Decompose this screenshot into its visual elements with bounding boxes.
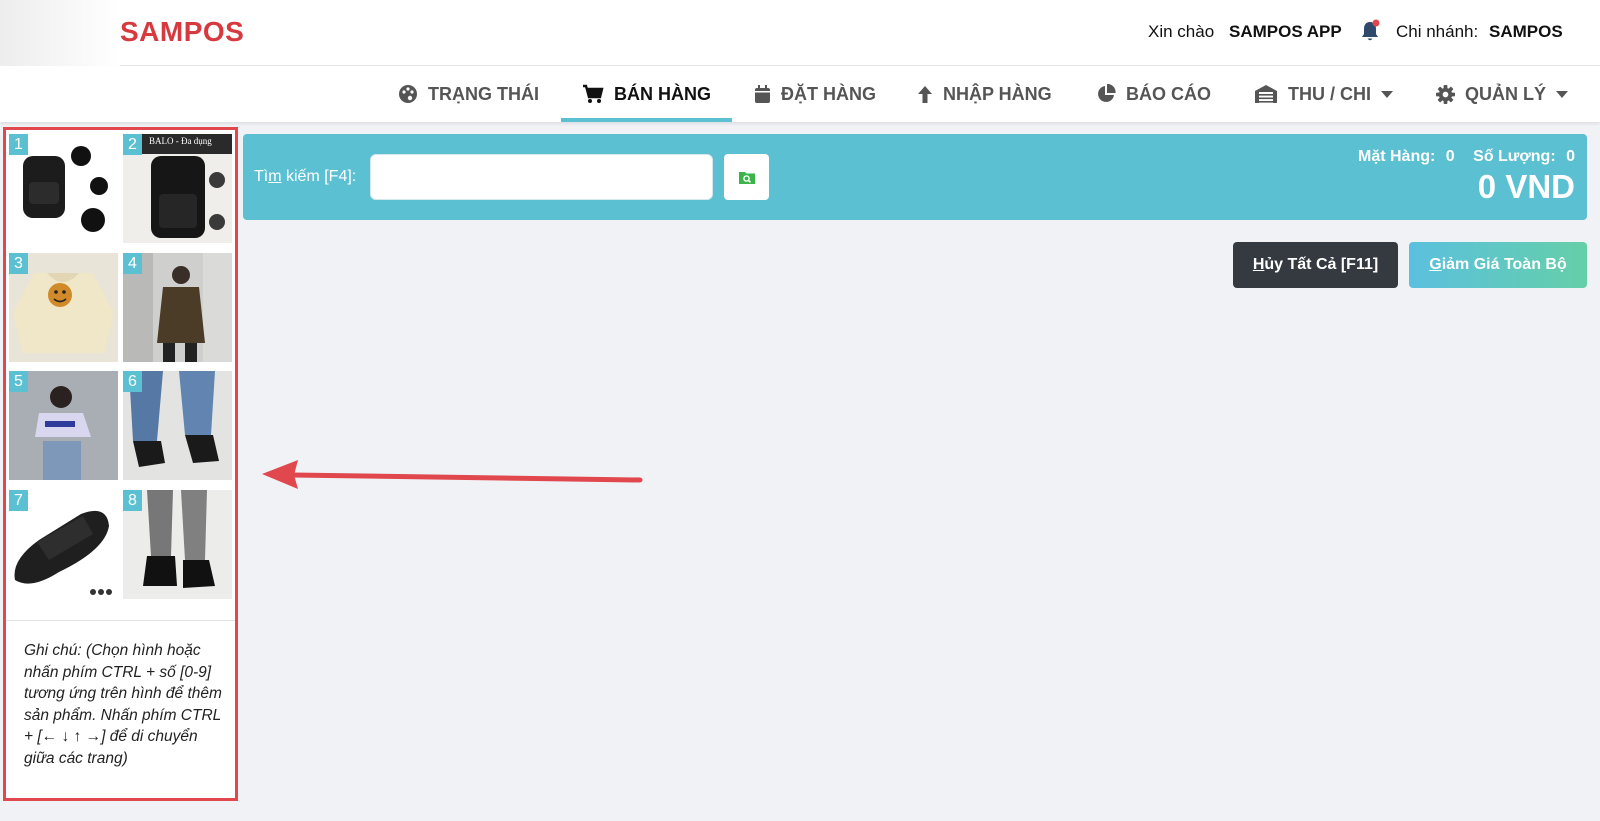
chevron-down-icon (1381, 90, 1393, 98)
nav-item-bao-cao[interactable]: BÁO CÁO (1096, 66, 1211, 122)
search-label: Tìm kiếm [F4]: (254, 168, 357, 185)
nav-item-quan-ly[interactable]: QUẢN LÝ (1436, 66, 1568, 122)
quick-product-panel: 1 BALO - Đa dụng 2 3 4 5 6 7 8 Ghi chú: … (3, 127, 238, 801)
qty-label: Số Lượng: (1473, 148, 1556, 165)
thumb-number: 3 (9, 253, 28, 274)
user-name[interactable]: SAMPOS APP (1229, 22, 1342, 42)
thumb-number: 4 (123, 253, 142, 274)
nav-label: THU / CHI (1288, 83, 1371, 104)
qty-value: 0 (1566, 148, 1575, 165)
product-thumb-4[interactable]: 4 (123, 253, 232, 362)
nav-label: BÁO CÁO (1126, 83, 1211, 104)
cart-icon (583, 84, 604, 103)
search-bar: Tìm kiếm [F4]: Mặt Hàng: 0 Số Lượng: 0 0… (243, 134, 1587, 220)
product-caption: BALO - Đa dụng (149, 136, 212, 146)
thumb-number: 8 (123, 490, 142, 511)
gear-icon (1436, 84, 1455, 104)
nav-label: NHẬP HÀNG (943, 83, 1052, 104)
bell-icon[interactable] (1359, 19, 1381, 43)
product-thumb-7[interactable]: 7 (9, 490, 118, 599)
search-input[interactable] (370, 154, 713, 200)
nav-item-nhap-hang[interactable]: NHẬP HÀNG (917, 66, 1052, 122)
logo[interactable]: SAMPOS (120, 16, 244, 48)
thumb-number: 7 (9, 490, 28, 511)
calendar-icon (755, 84, 770, 103)
nav-item-trang-thai[interactable]: TRẠNG THÁI (398, 66, 539, 122)
nav-item-thu-chi[interactable]: THU / CHI (1254, 66, 1393, 122)
active-tab-indicator (561, 118, 732, 122)
total-amount: 0 VND (1477, 168, 1575, 205)
discount-all-button[interactable]: Giảm Giá Toàn Bộ (1409, 242, 1587, 288)
thumb-number: 2 (123, 134, 142, 155)
annotation-arrow (262, 460, 643, 489)
nav-label: TRẠNG THÁI (428, 83, 539, 104)
product-thumb-3[interactable]: 3 (9, 253, 118, 362)
branch-label: Chi nhánh: (1396, 22, 1479, 41)
thumb-number: 5 (9, 371, 28, 392)
main-nav: TRẠNG THÁI BÁN HÀNG ĐẶT HÀNG NHẬP HÀNG B… (0, 66, 1600, 122)
chevron-down-icon (1556, 90, 1568, 98)
product-thumb-6[interactable]: 6 (123, 371, 232, 480)
palette-icon (399, 85, 417, 103)
pie-chart-icon (1098, 84, 1116, 102)
product-thumb-1[interactable]: 1 (9, 134, 118, 243)
totals-summary: Mặt Hàng: 0 Số Lượng: 0 (1352, 148, 1575, 166)
header-shade (0, 0, 120, 66)
top-header: SAMPOS Xin chào SAMPOS APP Chi nhánh: SA… (0, 0, 1600, 66)
greeting-label: Xin chào (1148, 22, 1215, 41)
divider (6, 620, 235, 621)
product-thumb-8[interactable]: 8 (123, 490, 232, 599)
folder-search-icon (738, 172, 755, 184)
product-thumb-5[interactable]: 5 (9, 371, 118, 480)
search-button[interactable] (724, 154, 769, 200)
items-label: Mặt Hàng: (1358, 148, 1436, 165)
hotkey-note: Ghi chú: (Chọn hình hoặc nhấn phím CTRL … (24, 642, 222, 767)
nav-item-dat-hang[interactable]: ĐẶT HÀNG (754, 66, 876, 122)
nav-label: ĐẶT HÀNG (781, 83, 876, 104)
product-thumb-2[interactable]: BALO - Đa dụng 2 (123, 134, 232, 243)
thumb-number: 6 (123, 371, 142, 392)
branch-name[interactable]: SAMPOS (1489, 22, 1563, 42)
nav-item-ban-hang[interactable]: BÁN HÀNG (582, 66, 711, 122)
arrow-up-icon (918, 85, 932, 103)
thumb-number: 1 (9, 134, 28, 155)
nav-label: BÁN HÀNG (614, 83, 711, 104)
items-value: 0 (1445, 148, 1455, 165)
nav-label: QUẢN LÝ (1465, 83, 1546, 104)
warehouse-icon (1255, 85, 1277, 103)
cancel-all-button[interactable]: Hủy Tất Cả [F11] (1233, 242, 1398, 288)
